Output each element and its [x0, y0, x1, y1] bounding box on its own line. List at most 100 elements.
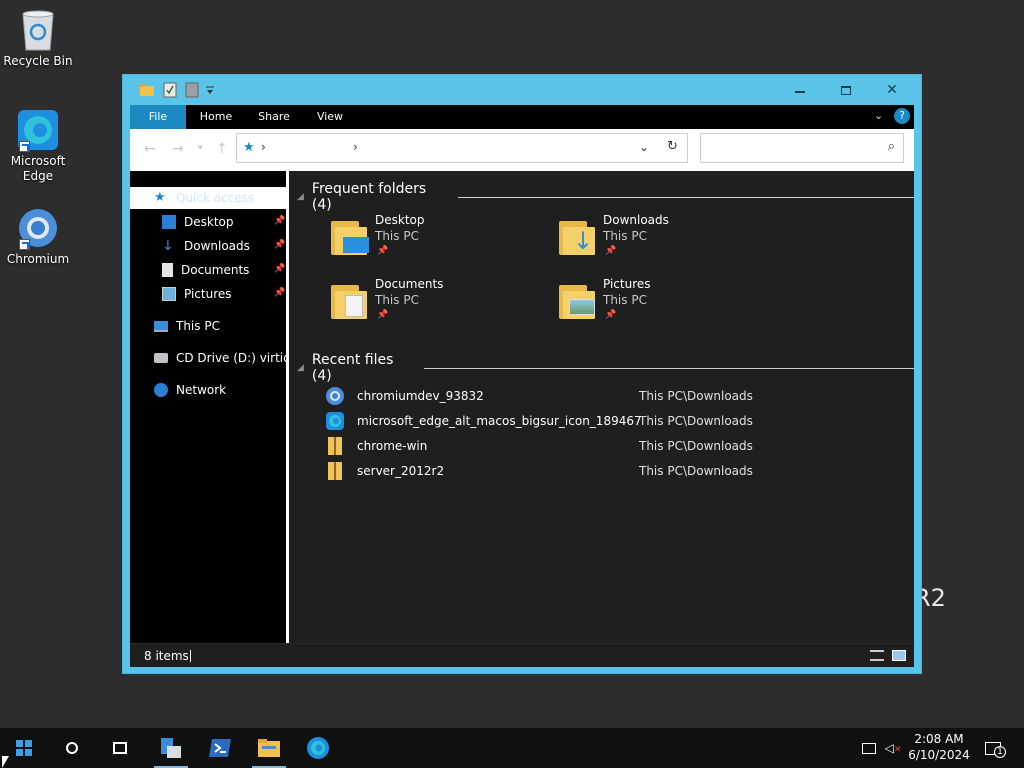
breadcrumb-separator-icon: ›: [261, 140, 266, 154]
recent-file-row[interactable]: chromiumdev_93832 This PC\Downloads: [325, 385, 905, 407]
star-icon: ★: [154, 190, 166, 205]
collapse-caret-icon: ◢: [297, 192, 304, 202]
large-icons-view-icon[interactable]: [892, 650, 906, 661]
action-center-button[interactable]: 1: [980, 728, 1006, 768]
pin-icon: 📌: [274, 216, 286, 226]
recent-files-header[interactable]: ◢ Recent files (4): [297, 352, 914, 384]
file-explorer-icon: [258, 739, 280, 757]
file-location: This PC\Downloads: [639, 389, 753, 403]
zip-folder-icon: [325, 461, 345, 481]
navigation-pane: ★ Quick access Desktop 📌 ↓ Downloads 📌 D…: [130, 171, 286, 643]
nav-label: Downloads: [184, 239, 250, 253]
tab-share[interactable]: Share: [246, 105, 302, 129]
search-icon: ⌕: [887, 139, 895, 154]
nav-item-pictures[interactable]: Pictures 📌: [130, 283, 286, 305]
nav-item-downloads[interactable]: ↓ Downloads 📌: [130, 235, 286, 257]
collapse-caret-icon: ◢: [297, 363, 304, 373]
network-tray-button[interactable]: [858, 728, 880, 768]
taskbar: ◁✕ 2:08 AM 6/10/2024 1: [0, 728, 1024, 768]
title-bar[interactable]: ✕: [123, 75, 921, 105]
recent-file-row[interactable]: chrome-win This PC\Downloads: [325, 435, 905, 457]
tab-view[interactable]: View: [302, 105, 358, 129]
folder-location: This PC: [375, 293, 419, 307]
folder-tile-downloads[interactable]: ↓ Downloads This PC 📌: [557, 213, 757, 269]
nav-item-documents[interactable]: Documents 📌: [130, 259, 286, 281]
chromium-icon: [17, 206, 59, 250]
status-cursor: [190, 650, 191, 662]
recent-file-row[interactable]: server_2012r2 This PC\Downloads: [325, 460, 905, 482]
desktop-icon-edge[interactable]: Microsoft Edge: [0, 108, 76, 184]
taskbar-edge[interactable]: [298, 728, 338, 768]
nav-label: Network: [176, 383, 227, 397]
tab-home[interactable]: Home: [188, 105, 244, 129]
address-bar[interactable]: ★ › › ⌄ ↻: [236, 133, 688, 163]
expand-ribbon-icon[interactable]: ⌄: [874, 109, 883, 122]
folder-tile-pictures[interactable]: Pictures This PC 📌: [557, 277, 757, 333]
recent-file-row[interactable]: microsoft_edge_alt_macos_bigsur_icon_189…: [325, 410, 905, 432]
arrow-right-icon: →: [172, 141, 184, 157]
taskbar-powershell[interactable]: [200, 728, 240, 768]
shortcut-arrow-icon: [19, 239, 30, 250]
volume-tray-button[interactable]: ◁✕: [882, 728, 904, 768]
clock-time: 2:08 AM: [914, 732, 964, 746]
section-title: Recent files (4): [311, 352, 394, 384]
status-bar: 8 items: [130, 643, 914, 667]
nav-item-cd-drive[interactable]: CD Drive (D:) virtio-w: [130, 347, 286, 369]
powershell-icon: [209, 739, 231, 757]
task-view-button[interactable]: [100, 728, 140, 768]
folder-location: This PC: [603, 229, 647, 243]
chevron-down-icon: ▾: [198, 143, 203, 153]
nav-item-network[interactable]: Network: [130, 379, 286, 401]
folder-small-icon: [139, 82, 155, 98]
search-taskbar-button[interactable]: [52, 728, 92, 768]
folder-name: Downloads: [603, 213, 669, 227]
quick-access-view: ◢ Frequent folders (4) Desktop This PC 📌…: [289, 171, 915, 643]
start-button[interactable]: [4, 728, 44, 768]
nav-item-desktop[interactable]: Desktop 📌: [130, 211, 286, 233]
cd-drive-icon: [154, 353, 168, 363]
forward-button[interactable]: →: [172, 141, 184, 157]
pictures-folder-icon: [557, 281, 597, 321]
nav-label: CD Drive (D:) virtio-w: [176, 351, 286, 365]
section-divider: [424, 367, 914, 369]
help-icon[interactable]: ?: [894, 108, 910, 124]
taskbar-server-manager[interactable]: [150, 728, 192, 768]
zip-folder-icon: [325, 436, 345, 456]
details-view-icon[interactable]: [870, 650, 884, 661]
customize-toolbar-icon[interactable]: [205, 84, 215, 100]
back-button[interactable]: ←: [144, 141, 156, 157]
folder-name: Desktop: [375, 213, 425, 227]
taskbar-clock[interactable]: 2:08 AM 6/10/2024: [904, 731, 974, 763]
network-icon: [154, 383, 168, 397]
minimize-button[interactable]: [777, 75, 823, 105]
taskbar-file-explorer[interactable]: [248, 728, 290, 768]
file-name: chrome-win: [357, 439, 428, 453]
desktop-icon-recycle-bin[interactable]: Recycle Bin: [0, 8, 76, 69]
file-explorer-window[interactable]: ✕ File Home Share View ⌄ ? ← → ▾ ↑ ★ › ›…: [122, 74, 922, 674]
recycle-bin-icon: [17, 8, 59, 52]
chromium-file-icon: [325, 386, 345, 406]
maximize-icon: [841, 85, 851, 95]
properties-icon[interactable]: [163, 82, 177, 98]
item-count: 8 items: [144, 649, 189, 663]
nav-item-this-pc[interactable]: This PC: [130, 315, 286, 337]
frequent-folders-header[interactable]: ◢ Frequent folders (4): [297, 181, 915, 213]
section-title: Frequent folders (4): [311, 181, 427, 213]
clock-date: 6/10/2024: [908, 748, 970, 762]
recent-locations-button[interactable]: ▾: [198, 143, 203, 153]
search-box[interactable]: ⌕: [700, 133, 904, 163]
folder-tile-documents[interactable]: Documents This PC 📌: [329, 277, 529, 333]
file-location: This PC\Downloads: [639, 439, 753, 453]
up-button[interactable]: ↑: [216, 141, 228, 157]
mouse-cursor-icon: [2, 756, 9, 768]
new-folder-icon[interactable]: [185, 82, 199, 98]
refresh-icon[interactable]: ↻: [667, 139, 678, 154]
tab-file[interactable]: File: [130, 105, 186, 129]
folder-tile-desktop[interactable]: Desktop This PC 📌: [329, 213, 529, 269]
breadcrumb-chevron-icon[interactable]: ›: [353, 140, 358, 154]
desktop-icon-chromium[interactable]: Chromium: [0, 206, 76, 267]
address-dropdown-icon[interactable]: ⌄: [639, 140, 649, 154]
maximize-button[interactable]: [823, 75, 869, 105]
nav-item-quick-access[interactable]: ★ Quick access: [130, 187, 286, 209]
close-button[interactable]: ✕: [869, 75, 915, 105]
